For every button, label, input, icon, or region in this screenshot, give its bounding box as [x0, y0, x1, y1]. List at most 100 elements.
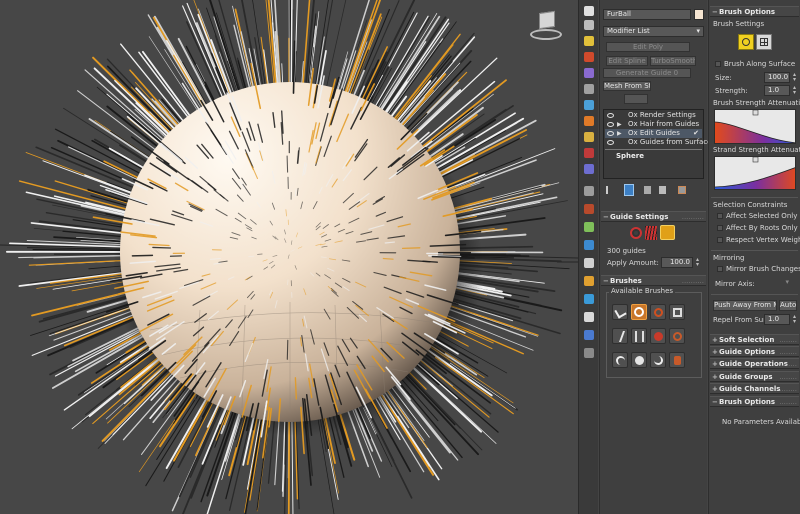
- make-unique-icon[interactable]: [644, 186, 651, 194]
- expand-arrow-icon[interactable]: ▶: [617, 120, 622, 129]
- stack-item-guides-from-surface[interactable]: Ox Guides from Surface: [605, 138, 712, 147]
- brush-strength-curve[interactable]: [714, 109, 796, 144]
- rotate-icon[interactable]: [584, 52, 594, 62]
- select-region-icon[interactable]: [584, 20, 594, 30]
- camera-icon[interactable]: [584, 330, 594, 340]
- brush-move-tile[interactable]: [612, 304, 628, 320]
- frizz-brush-icon: [635, 356, 644, 365]
- brush-curl-tile[interactable]: [612, 352, 628, 368]
- brush-clump-tile[interactable]: [631, 328, 647, 344]
- stack-item-edit-guides[interactable]: ▶ Ox Edit Guides ✔: [605, 129, 702, 138]
- turbosmooth-button[interactable]: TurboSmooth: [650, 56, 696, 66]
- modifier-list-dropdown[interactable]: Modifier List ▾: [603, 26, 704, 37]
- brush-add-icon[interactable]: [738, 34, 754, 50]
- brush-options-bottom-rollout[interactable]: Brush Options........: [710, 396, 799, 408]
- eye-icon[interactable]: [607, 131, 614, 136]
- brush-frizz-tile[interactable]: [631, 352, 647, 368]
- viewcube-face[interactable]: [539, 10, 555, 30]
- apply-amount-field[interactable]: 100.0: [661, 257, 693, 268]
- hair-strands-icon[interactable]: [645, 226, 657, 240]
- guide-channels-rollout[interactable]: Guide Channels........: [710, 383, 799, 395]
- scale-icon[interactable]: [584, 68, 594, 78]
- mirror-icon[interactable]: [584, 148, 594, 158]
- mirror-changes-checkbox[interactable]: [717, 266, 723, 272]
- schematic-icon[interactable]: [584, 222, 594, 232]
- soft-selection-rollout[interactable]: Soft Selection........: [710, 334, 799, 346]
- affect-selected-checkbox[interactable]: [717, 213, 723, 219]
- target-icon[interactable]: [630, 227, 642, 239]
- brush-cut-tile[interactable]: [650, 328, 666, 344]
- align-icon[interactable]: [584, 164, 594, 174]
- material-icon[interactable]: [584, 240, 594, 250]
- percent-snap-icon[interactable]: [584, 132, 594, 142]
- brush-options-rollout[interactable]: Brush Options: [710, 6, 799, 18]
- generate-guide-button[interactable]: Generate Guide 0: [603, 68, 691, 78]
- brush-twist-tile[interactable]: [650, 304, 666, 320]
- object-name-field[interactable]: FurBall: [603, 9, 691, 20]
- strength-field[interactable]: 1.0: [764, 85, 790, 96]
- viewport[interactable]: [0, 0, 578, 514]
- eye-icon[interactable]: [607, 122, 614, 127]
- eye-icon[interactable]: [607, 113, 614, 118]
- brush-length-tile[interactable]: [669, 328, 685, 344]
- stack-item-hair-from-guides[interactable]: ▶ Ox Hair from Guides: [605, 120, 702, 129]
- size-spinner[interactable]: ▴ ▾: [791, 72, 798, 83]
- move-icon[interactable]: [584, 36, 594, 46]
- angle-snap-icon[interactable]: [584, 116, 594, 126]
- mesh-from-strand-button[interactable]: Mesh From Strand: [603, 81, 651, 91]
- brush-smooth-tile[interactable]: [612, 328, 628, 344]
- guide-settings-rollout[interactable]: Guide Settings ..........: [601, 211, 706, 223]
- stack-item-render-settings[interactable]: Ox Render Settings: [605, 111, 702, 120]
- guides-settings-icon[interactable]: [660, 225, 675, 240]
- edit-spline-button[interactable]: Edit Spline: [606, 56, 648, 66]
- guide-groups-rollout[interactable]: Guide Groups........: [710, 371, 799, 383]
- strength-label: Strength:: [715, 87, 748, 95]
- environment-icon[interactable]: [584, 294, 594, 304]
- push-away-button[interactable]: Push Away From Mesh: [713, 300, 777, 311]
- brush-selected-tile[interactable]: [631, 304, 647, 320]
- guide-operations-rollout[interactable]: Guide Operations........: [710, 358, 799, 370]
- affect-roots-checkbox[interactable]: [717, 225, 723, 231]
- strand-strength-curve[interactable]: [714, 156, 796, 190]
- viewcube-ring[interactable]: [530, 29, 562, 40]
- select-icon[interactable]: [584, 6, 594, 16]
- brush-paint-tile[interactable]: [669, 352, 685, 368]
- expand-arrow-icon[interactable]: ▶: [617, 129, 622, 138]
- apply-amount-spinner[interactable]: ▴ ▾: [694, 257, 701, 268]
- configure-sets-icon[interactable]: [678, 186, 686, 194]
- respect-weights-checkbox[interactable]: [717, 237, 723, 243]
- repel-field[interactable]: 1.0: [764, 314, 790, 325]
- size-field[interactable]: 100.0: [764, 72, 790, 83]
- remove-modifier-icon[interactable]: [659, 186, 666, 194]
- stack-item-sphere[interactable]: Sphere: [616, 152, 644, 160]
- render-setup-icon[interactable]: [584, 258, 594, 268]
- strength-spinner[interactable]: ▴ ▾: [791, 85, 798, 96]
- mirror-axis-dropdown[interactable]: X ▾: [761, 278, 791, 289]
- brushes-rollout[interactable]: Brushes ..........: [601, 275, 706, 287]
- curve-editor-icon[interactable]: [584, 204, 594, 214]
- brush-attract-tile[interactable]: [650, 352, 666, 368]
- stack-divider: [605, 149, 702, 150]
- link-icon[interactable]: [584, 84, 594, 94]
- light-icon[interactable]: [584, 312, 594, 322]
- brush-frame-icon[interactable]: [756, 34, 772, 50]
- viewcube[interactable]: [528, 10, 564, 44]
- render-icon[interactable]: [584, 276, 594, 286]
- repel-spinner[interactable]: ▴ ▾: [791, 314, 798, 325]
- object-color-swatch[interactable]: [694, 9, 704, 20]
- show-end-result-icon[interactable]: [624, 184, 634, 196]
- auto-button[interactable]: Auto: [779, 300, 797, 311]
- guide-strand: [286, 339, 289, 360]
- guide-options-rollout[interactable]: Guide Options........: [710, 346, 799, 358]
- curl-brush-icon: [616, 356, 625, 365]
- pin-stack-icon[interactable]: [606, 186, 612, 194]
- eye-icon[interactable]: [607, 140, 614, 145]
- snap-icon[interactable]: [584, 100, 594, 110]
- edit-poly-button[interactable]: Edit Poly: [606, 42, 690, 52]
- brush-scale-tile[interactable]: [669, 304, 685, 320]
- layer-icon[interactable]: [584, 186, 594, 196]
- empty-modifier-button[interactable]: [624, 94, 648, 104]
- divider: [711, 250, 798, 251]
- brush-along-surface-checkbox[interactable]: [715, 61, 721, 67]
- helper-icon[interactable]: [584, 348, 594, 358]
